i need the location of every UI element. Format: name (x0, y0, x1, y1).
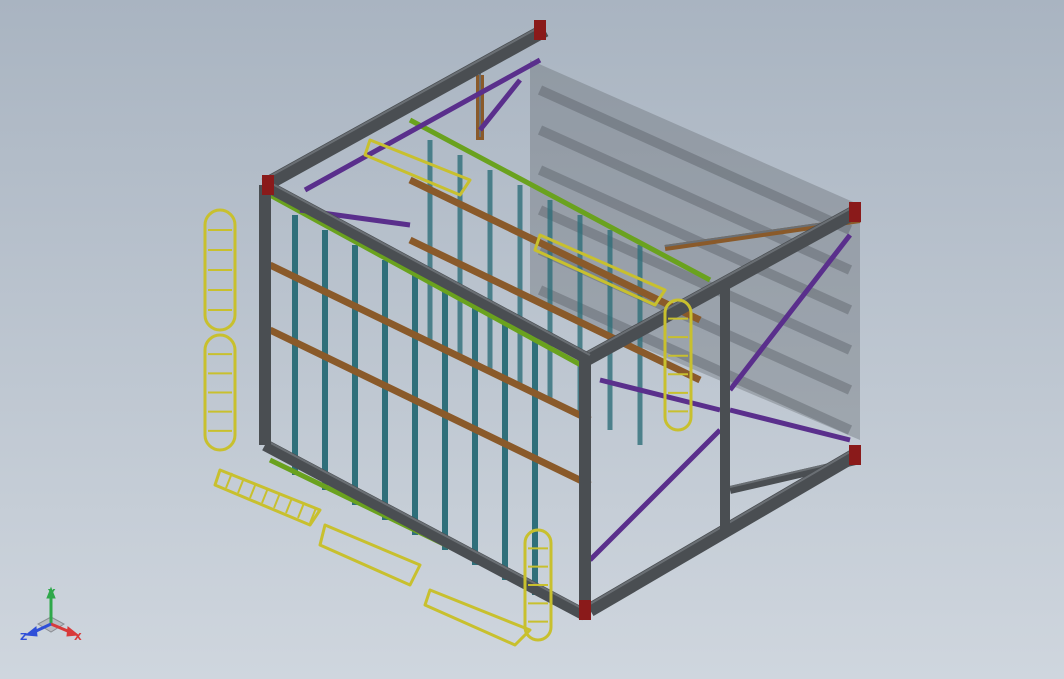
floor-cage-rung (261, 487, 269, 504)
diagonal-brace (599, 377, 721, 413)
cad-viewport[interactable]: Y X Z (0, 0, 1064, 679)
waler-beam (268, 326, 592, 489)
end-plate (849, 202, 861, 222)
end-plate (262, 175, 274, 195)
end-plate (534, 20, 546, 40)
z-axis-label: Z (20, 632, 27, 643)
floor-cage-3 (423, 588, 532, 647)
end-plate (849, 445, 861, 465)
floor-cage-rung (285, 497, 293, 514)
y-axis-label: Y (47, 588, 56, 599)
axis-triad[interactable]: Y X Z (18, 584, 88, 654)
top-left-beam (261, 23, 549, 192)
x-axis-label: X (74, 632, 82, 643)
floor-cage-rung (237, 477, 245, 494)
end-plate (579, 600, 591, 620)
floor-cage-rung (273, 492, 281, 509)
z-arrowhead-icon (24, 626, 38, 637)
floor-cage-rung (225, 472, 233, 489)
formwork-frame-model[interactable] (0, 0, 1064, 679)
floor-cage-rung (249, 482, 257, 499)
floor-cage-rung (297, 502, 305, 519)
floor-cage-2 (318, 523, 422, 587)
